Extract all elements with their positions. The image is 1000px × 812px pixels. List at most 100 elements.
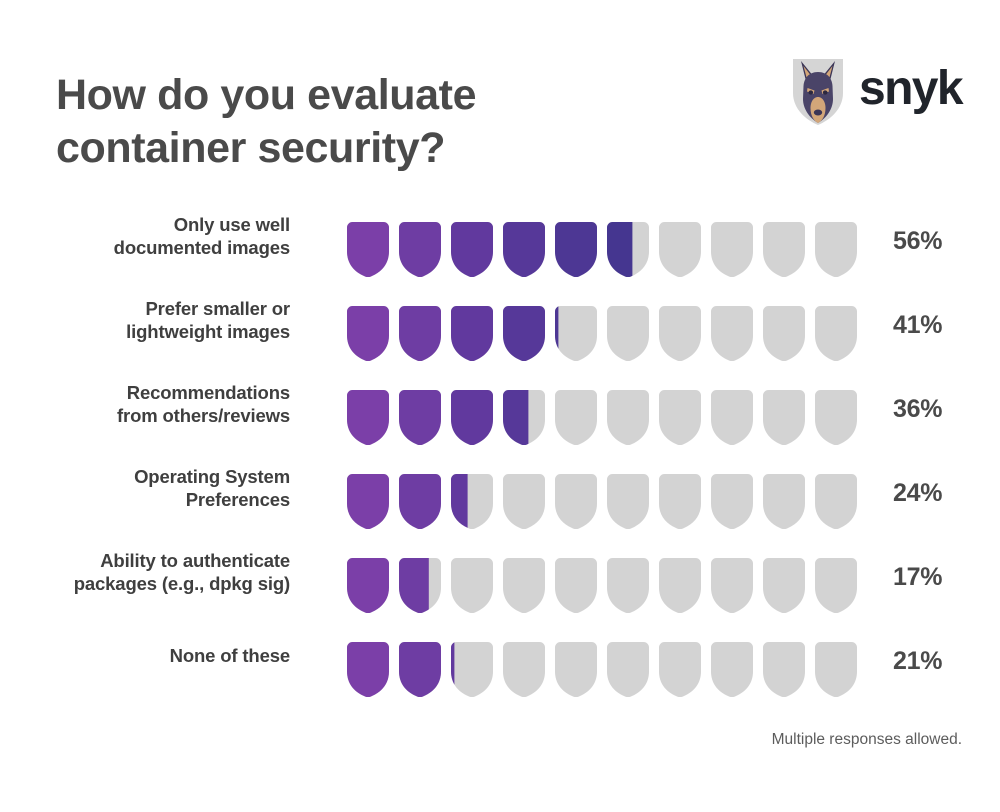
snyk-wordmark: snyk [858,62,964,115]
shield-icon-empty [606,557,650,613]
shield-icon-empty [554,389,598,445]
category-label-line: Operating System [134,466,290,487]
shield-icon-empty [606,641,650,697]
value-label: 36% [893,395,943,423]
shield-icon-partial [450,473,494,529]
category-label-line: Prefer smaller or [145,298,290,319]
chart-row: Operating System Preferences 24% [0,465,1000,549]
category-label: Ability to authenticate packages (e.g., d… [0,549,290,596]
shield-icon-filled [398,221,442,277]
category-label-line: Only use well [173,214,290,235]
category-label: Prefer smaller or lightweight images [0,297,290,344]
shield-icon-filled [398,641,442,697]
chart-row: Ability to authenticate packages (e.g., d… [0,549,1000,633]
shield-icon-filled [346,557,390,613]
shield-track [346,557,858,613]
value-label: 17% [893,563,943,591]
shield-icon-empty [710,221,754,277]
shield-icon-empty [814,473,858,529]
value-label: 21% [893,647,943,675]
shield-track [346,389,858,445]
shield-icon-empty [502,641,546,697]
category-label: Operating System Preferences [0,465,290,512]
page-title-line-1: How do you evaluate [56,70,477,119]
chart-row: Recommendations from others/reviews 36% [0,381,1000,465]
shield-icon-filled [502,221,546,277]
shield-track [346,305,858,361]
shield-icon-empty [710,641,754,697]
category-label-line: Recommendations [126,382,290,403]
category-label-line: packages (e.g., dpkg sig) [73,573,290,595]
shield-icon-empty [762,473,806,529]
header: How do you evaluate container security? [0,0,1000,190]
shield-icon-empty [450,557,494,613]
shield-icon-filled [398,473,442,529]
shield-icon-empty [606,305,650,361]
chart-row: Only use well documented images 56% [0,213,1000,297]
shield-icon-empty [814,305,858,361]
shield-icon-empty [554,557,598,613]
footnote: Multiple responses allowed. [771,731,962,748]
shield-icon-filled [346,389,390,445]
shield-icon-empty [814,557,858,613]
shield-icon-empty [502,473,546,529]
snyk-logo: snyk [787,55,964,127]
shield-icon-empty [554,473,598,529]
shield-icon-filled [450,389,494,445]
shield-icon-filled [450,305,494,361]
shield-track [346,641,858,697]
shield-icon-partial [398,557,442,613]
shield-icon-empty [814,641,858,697]
page-title: How do you evaluate container security? [56,69,656,176]
shield-icon-partial [450,641,494,697]
shield-icon-empty [658,221,702,277]
shield-icon-empty [762,557,806,613]
shield-icon-empty [710,389,754,445]
shield-icon-partial [502,389,546,445]
shield-icon-filled [346,641,390,697]
shield-track [346,473,858,529]
shield-icon-partial [554,305,598,361]
shield-icon-empty [658,305,702,361]
snyk-doberman-shield-icon [787,55,849,127]
shield-icon-empty [658,641,702,697]
shield-pictogram-chart: Only use well documented images 56% Prefer … [0,213,1000,717]
shield-icon-empty [658,389,702,445]
shield-track [346,221,858,277]
shield-icon-empty [710,557,754,613]
value-label: 41% [893,311,943,339]
shield-icon-empty [762,389,806,445]
shield-icon-empty [502,557,546,613]
category-label-line: None of these [169,645,291,666]
category-label: None of these [0,644,291,667]
shield-icon-empty [554,641,598,697]
shield-icon-filled [346,221,390,277]
shield-icon-empty [658,473,702,529]
category-label: Only use well documented images [0,213,290,260]
value-label: 56% [893,227,943,255]
shield-icon-empty [762,641,806,697]
shield-icon-partial [606,221,650,277]
category-label-line: lightweight images [126,321,290,343]
page-title-line-2: container security? [56,124,446,173]
category-label: Recommendations from others/reviews [0,381,290,428]
shield-icon-filled [554,221,598,277]
shield-icon-filled [346,305,390,361]
infographic-page: How do you evaluate container security? [0,0,1000,812]
shield-icon-empty [814,389,858,445]
chart-row: None of these 21% [0,633,1000,717]
shield-icon-empty [710,305,754,361]
shield-icon-filled [398,305,442,361]
category-label-line: Ability to authenticate [100,550,290,571]
category-label-line: Preferences [185,489,290,511]
shield-icon-empty [606,473,650,529]
category-label-line: documented images [113,237,290,259]
shield-icon-empty [658,557,702,613]
shield-icon-filled [450,221,494,277]
shield-icon-empty [762,221,806,277]
shield-icon-filled [502,305,546,361]
shield-icon-filled [346,473,390,529]
chart-row: Prefer smaller or lightweight images 41% [0,297,1000,381]
shield-icon-empty [606,389,650,445]
category-label-line: from others/reviews [117,405,290,427]
